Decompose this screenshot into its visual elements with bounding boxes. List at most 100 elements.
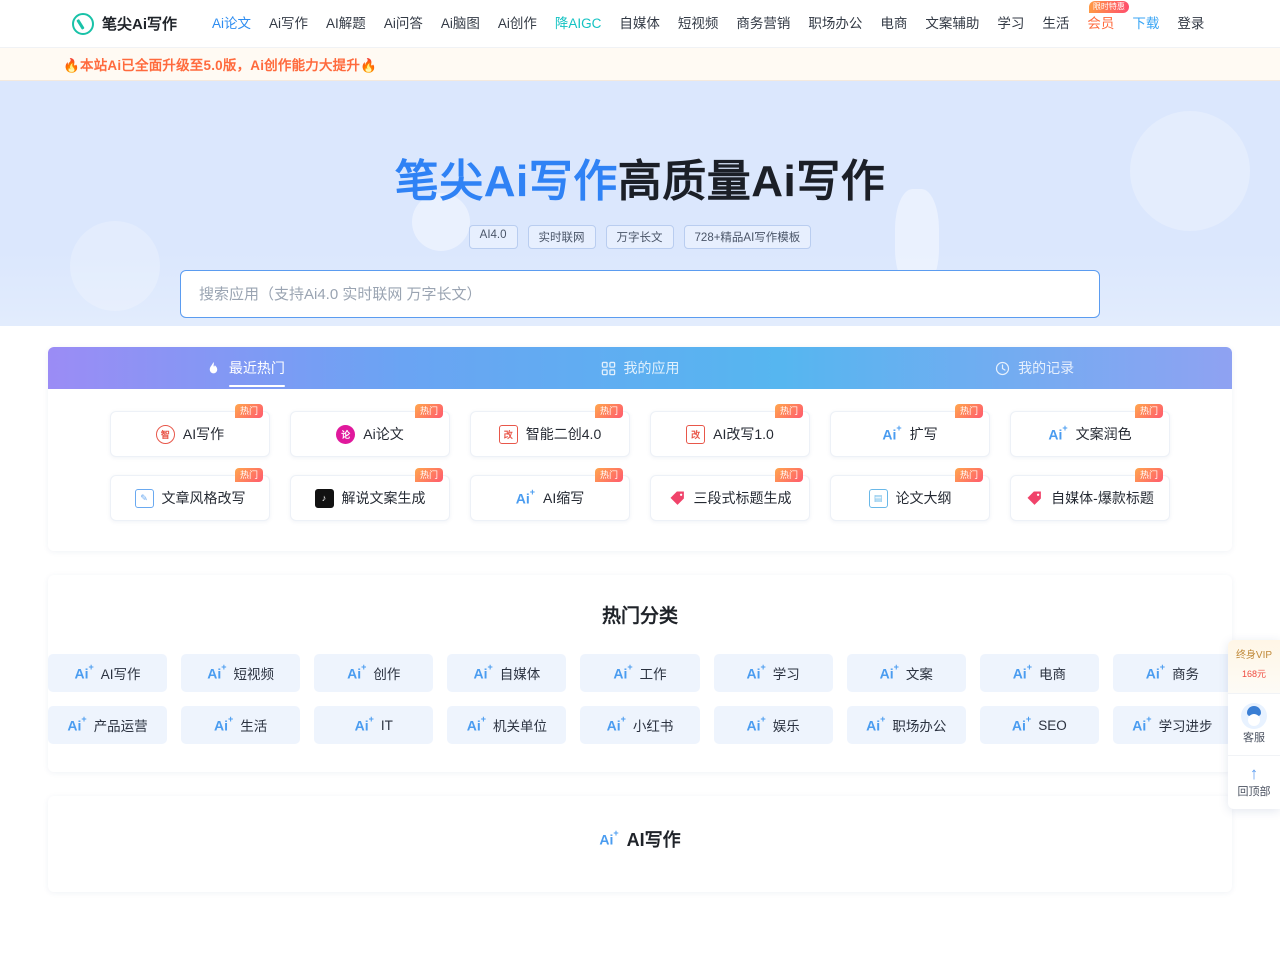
app-row: ✎ 文章风格改写 热门 ♪ 解说文案生成 热门 Ai+ AI缩写 热门 三段式标题生成 热门 ▤ 论文大…	[48, 468, 1232, 521]
nav-link-8[interactable]: 短视频	[669, 0, 728, 48]
rewrite-icon: 改	[686, 424, 706, 444]
ai-plus-icon: Ai+	[882, 422, 902, 443]
nav-link-label: 短视频	[677, 15, 719, 31]
vip-price-number: 168	[1241, 669, 1257, 679]
nav-link-14[interactable]: 生活	[1033, 0, 1078, 48]
tab-0[interactable]: 最近热门	[48, 347, 443, 389]
category-chip-1-0[interactable]: Ai+ 产品运营	[48, 706, 168, 744]
nav-link-17[interactable]: 登录	[1168, 0, 1213, 48]
nav-link-1[interactable]: Ai写作	[260, 0, 317, 48]
category-chip-0-7[interactable]: Ai+ 电商	[979, 654, 1099, 692]
app-card-1-0[interactable]: ✎ 文章风格改写 热门	[110, 468, 270, 521]
hot-badge: 热门	[774, 468, 803, 482]
ai-plus-icon: Ai+	[214, 713, 234, 734]
app-card-label: 文案润色	[1075, 426, 1132, 442]
app-card-label: 自媒体-爆款标题	[1051, 490, 1154, 506]
category-chip-label: 工作	[639, 667, 667, 682]
category-chip-label: 自媒体	[499, 667, 541, 682]
nav-link-6[interactable]: 降AIGC	[546, 0, 611, 48]
nav-link-0[interactable]: Ai论文	[203, 0, 260, 48]
app-card-1-3[interactable]: 三段式标题生成 热门	[650, 468, 810, 521]
nav-link-15[interactable]: 限时特惠 会员	[1078, 0, 1129, 48]
site-logo[interactable]: 笔尖Ai写作	[72, 12, 177, 35]
nav-link-7[interactable]: 自媒体	[610, 0, 669, 48]
app-card-0-1[interactable]: 论 Ai论文 热门	[290, 404, 450, 457]
category-chip-0-1[interactable]: Ai+ 短视频	[181, 654, 301, 692]
nav-link-label: 自媒体	[619, 15, 660, 31]
nav-link-3[interactable]: Ai问答	[375, 0, 432, 48]
ai-plus-icon: Ai+	[599, 827, 619, 848]
ai-plus-icon: Ai+	[67, 713, 87, 734]
app-card-0-3[interactable]: 改 AI改写1.0 热门	[650, 404, 810, 457]
app-card-label: AI缩写	[543, 490, 585, 506]
rewrite-icon: 改	[498, 424, 518, 444]
hot-badge: 热门	[234, 468, 263, 482]
app-card-label: 智能二创4.0	[525, 426, 602, 442]
category-chip-1-3[interactable]: Ai+ 机关单位	[447, 706, 567, 744]
nav-link-12[interactable]: 文案辅助	[916, 0, 988, 48]
category-chip-1-8[interactable]: Ai+ 学习进步	[1112, 706, 1232, 744]
app-card-label: 三段式标题生成	[693, 490, 792, 506]
nav-link-label: 电商	[880, 15, 908, 31]
category-chip-1-2[interactable]: Ai+ IT	[314, 706, 434, 744]
app-card-0-5[interactable]: Ai+ 文案润色 热门	[1010, 404, 1170, 457]
back-to-top-label: 回顶部	[1237, 786, 1271, 798]
tab-label: 我的应用	[623, 360, 680, 376]
ai-plus-icon: Ai+	[354, 713, 374, 734]
ai-plus-icon: Ai+	[1011, 713, 1032, 734]
nav-link-9[interactable]: 商务营销	[727, 0, 799, 48]
app-card-1-1[interactable]: ♪ 解说文案生成 热门	[290, 468, 450, 521]
category-chip-0-5[interactable]: Ai+ 学习	[713, 654, 833, 692]
nav-link-13[interactable]: 学习	[988, 0, 1033, 48]
tiktok-icon: ♪	[314, 488, 334, 508]
hot-badge: 热门	[774, 404, 803, 418]
category-chip-1-7[interactable]: Ai+ SEO	[979, 706, 1099, 744]
nav-link-2[interactable]: AI解题	[317, 0, 375, 48]
nav-link-label: 学习	[997, 15, 1025, 31]
feature-tag-2: 万字长文	[605, 225, 674, 249]
app-card-0-0[interactable]: 智 AI写作 热门	[110, 404, 270, 457]
tab-2[interactable]: 我的记录	[837, 347, 1232, 389]
category-chip-label: 学习	[772, 667, 800, 682]
tab-label: 最近热门	[228, 360, 285, 387]
category-chip-label: SEO	[1038, 717, 1067, 733]
category-chip-0-0[interactable]: Ai+ AI写作	[48, 654, 168, 692]
category-chip-0-6[interactable]: Ai+ 文案	[846, 654, 966, 692]
hot-badge: 热门	[414, 404, 443, 418]
category-chip-label: AI写作	[100, 667, 141, 682]
app-card-0-2[interactable]: 改智能二创4.0 热门	[470, 404, 630, 457]
category-chip-1-4[interactable]: Ai+ 小红书	[580, 706, 700, 744]
category-chip-1-5[interactable]: Ai+ 娱乐	[713, 706, 833, 744]
category-chip-label: 电商	[1038, 667, 1066, 682]
app-card-1-5[interactable]: 自媒体-爆款标题 热门	[1010, 468, 1170, 521]
nav-link-4[interactable]: Ai脑图	[432, 0, 489, 48]
category-chip-0-3[interactable]: Ai+ 自媒体	[447, 654, 567, 692]
feature-tag-1: 实时联网	[527, 225, 596, 249]
vip-promo-button[interactable]: 终身VIP 168元	[1228, 640, 1280, 694]
ai-plus-icon: Ai+	[606, 713, 626, 734]
nav-link-11[interactable]: 电商	[871, 0, 916, 48]
announcement-bar: 🔥本站Ai已全面升级至5.0版，Ai创作能力大提升🔥	[0, 48, 1280, 81]
category-chip-0-2[interactable]: Ai+ 创作	[314, 654, 434, 692]
app-card-0-4[interactable]: Ai+ 扩写 热门	[830, 404, 990, 457]
nav-link-16[interactable]: 下载	[1123, 0, 1168, 48]
nav-link-10[interactable]: 职场办公	[799, 0, 871, 48]
category-chip-0-8[interactable]: Ai+ 商务	[1112, 654, 1232, 692]
ai-plus-icon: Ai+	[466, 713, 487, 734]
search-box[interactable]	[180, 270, 1100, 318]
customer-service-button[interactable]: 客服	[1228, 694, 1280, 756]
tab-1[interactable]: 我的应用	[443, 347, 838, 389]
category-chip-label: 商务	[1172, 667, 1200, 682]
search-input[interactable]	[199, 271, 1081, 317]
app-card-label: AI改写1.0	[713, 426, 774, 442]
app-card-1-2[interactable]: Ai+ AI缩写 热门	[470, 468, 630, 521]
category-chip-1-6[interactable]: Ai+ 职场办公	[846, 706, 966, 744]
app-card-1-4[interactable]: ▤ 论文大纲 热门	[830, 468, 990, 521]
nav-link-5[interactable]: Ai创作	[489, 0, 546, 48]
category-chip-label: 娱乐	[772, 719, 800, 734]
category-chip-1-1[interactable]: Ai+ 生活	[181, 706, 301, 744]
category-chip-0-4[interactable]: Ai+ 工作	[580, 654, 700, 692]
back-to-top-button[interactable]: ↑ 回顶部	[1228, 756, 1280, 809]
category-chip-row: Ai+ 产品运营 Ai+ 生活 Ai+ IT Ai+ 机关单位 Ai+ 小红书 Ai+ 娱乐 Ai+ 职场…	[48, 706, 1232, 744]
hot-badge: 热门	[1134, 404, 1163, 418]
